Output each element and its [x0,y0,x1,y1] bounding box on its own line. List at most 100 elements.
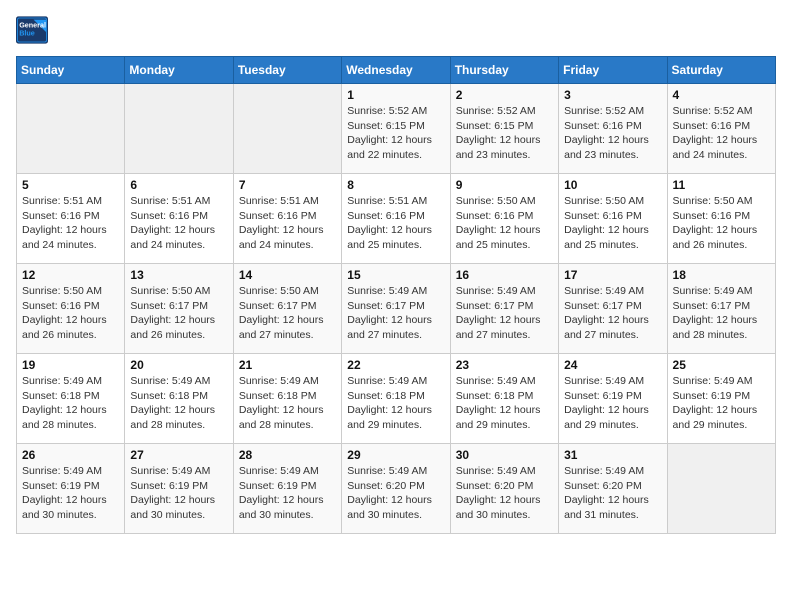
day-info: Sunrise: 5:52 AMSunset: 6:16 PMDaylight:… [564,104,661,163]
day-number: 2 [456,88,553,102]
day-info: Sunrise: 5:49 AMSunset: 6:19 PMDaylight:… [239,464,336,523]
day-info: Sunrise: 5:49 AMSunset: 6:18 PMDaylight:… [347,374,444,433]
day-number: 31 [564,448,661,462]
calendar-cell: 28 Sunrise: 5:49 AMSunset: 6:19 PMDayligh… [233,444,341,534]
calendar-cell [17,84,125,174]
calendar-cell: 24Sunrise: 5:49 AMSunset: 6:19 PMDayligh… [559,354,667,444]
calendar-cell: 26 Sunrise: 5:49 AMSunset: 6:19 PMDayligh… [17,444,125,534]
day-number: 28 [239,448,336,462]
day-number: 21 [239,358,336,372]
day-info: Sunrise: 5:50 AMSunset: 6:16 PMDaylight:… [22,284,119,343]
calendar-table: SundayMondayTuesdayWednesdayThursdayFrid… [16,56,776,534]
day-info: Sunrise: 5:51 AMSunset: 6:16 PMDaylight:… [347,194,444,253]
calendar-cell: 13 Sunrise: 5:50 AMSunset: 6:17 PMDayligh… [125,264,233,354]
day-info: Sunrise: 5:50 AMSunset: 6:16 PMDaylight:… [456,194,553,253]
calendar-cell [667,444,775,534]
day-number: 1 [347,88,444,102]
day-of-week-header: Monday [125,57,233,84]
calendar-week-row: 19 Sunrise: 5:49 AMSunset: 6:18 PMDayligh… [17,354,776,444]
day-info: Sunrise: 5:49 AMSunset: 6:17 PMDaylight:… [347,284,444,343]
day-info: Sunrise: 5:49 AMSunset: 6:18 PMDaylight:… [22,374,119,433]
day-number: 20 [130,358,227,372]
day-number: 12 [22,268,119,282]
calendar-cell: 11 Sunrise: 5:50 AMSunset: 6:16 PMDayligh… [667,174,775,264]
day-number: 7 [239,178,336,192]
calendar-cell: 29 Sunrise: 5:49 AMSunset: 6:20 PMDayligh… [342,444,450,534]
day-info: Sunrise: 5:49 AMSunset: 6:17 PMDaylight:… [673,284,770,343]
calendar-cell: 17 Sunrise: 5:49 AMSunset: 6:17 PMDayligh… [559,264,667,354]
day-number: 5 [22,178,119,192]
day-number: 16 [456,268,553,282]
calendar-cell: 3 Sunrise: 5:52 AMSunset: 6:16 PMDaylight… [559,84,667,174]
day-number: 17 [564,268,661,282]
calendar-week-row: 5 Sunrise: 5:51 AMSunset: 6:16 PMDaylight… [17,174,776,264]
calendar-cell: 8 Sunrise: 5:51 AMSunset: 6:16 PMDaylight… [342,174,450,264]
day-of-week-header: Sunday [17,57,125,84]
day-of-week-header: Wednesday [342,57,450,84]
day-info: Sunrise: 5:49 AMSunset: 6:19 PMDaylight:… [22,464,119,523]
day-number: 8 [347,178,444,192]
day-info: Sunrise: 5:50 AMSunset: 6:16 PMDaylight:… [564,194,661,253]
day-number: 13 [130,268,227,282]
day-info: Sunrise: 5:52 AMSunset: 6:16 PMDaylight:… [673,104,770,163]
day-info: Sunrise: 5:49 AMSunset: 6:19 PMDaylight:… [130,464,227,523]
day-info: Sunrise: 5:49 AMSunset: 6:20 PMDaylight:… [456,464,553,523]
day-number: 27 [130,448,227,462]
day-number: 11 [673,178,770,192]
day-info: Sunrise: 5:50 AMSunset: 6:17 PMDaylight:… [130,284,227,343]
day-number: 29 [347,448,444,462]
day-info: Sunrise: 5:49 AMSunset: 6:20 PMDaylight:… [347,464,444,523]
calendar-week-row: 1 Sunrise: 5:52 AMSunset: 6:15 PMDaylight… [17,84,776,174]
day-number: 24 [564,358,661,372]
day-info: Sunrise: 5:50 AMSunset: 6:17 PMDaylight:… [239,284,336,343]
calendar-cell: 22Sunrise: 5:49 AMSunset: 6:18 PMDayligh… [342,354,450,444]
calendar-cell: 23 Sunrise: 5:49 AMSunset: 6:18 PMDayligh… [450,354,558,444]
calendar-cell: 1 Sunrise: 5:52 AMSunset: 6:15 PMDaylight… [342,84,450,174]
calendar-cell: 31 Sunrise: 5:49 AMSunset: 6:20 PMDayligh… [559,444,667,534]
day-info: Sunrise: 5:51 AMSunset: 6:16 PMDaylight:… [239,194,336,253]
day-number: 26 [22,448,119,462]
calendar-cell: 30 Sunrise: 5:49 AMSunset: 6:20 PMDayligh… [450,444,558,534]
calendar-cell: 6 Sunrise: 5:51 AMSunset: 6:16 PMDaylight… [125,174,233,264]
day-number: 23 [456,358,553,372]
day-of-week-header: Saturday [667,57,775,84]
day-number: 18 [673,268,770,282]
calendar-cell: 14 Sunrise: 5:50 AMSunset: 6:17 PMDayligh… [233,264,341,354]
day-info: Sunrise: 5:51 AMSunset: 6:16 PMDaylight:… [22,194,119,253]
day-number: 3 [564,88,661,102]
calendar-cell: 10 Sunrise: 5:50 AMSunset: 6:16 PMDayligh… [559,174,667,264]
day-info: Sunrise: 5:49 AMSunset: 6:20 PMDaylight:… [564,464,661,523]
logo: General Blue [16,16,48,44]
day-number: 10 [564,178,661,192]
calendar-cell: 21 Sunrise: 5:49 AMSunset: 6:18 PMDayligh… [233,354,341,444]
calendar-week-row: 26 Sunrise: 5:49 AMSunset: 6:19 PMDayligh… [17,444,776,534]
calendar-cell: 9Sunrise: 5:50 AMSunset: 6:16 PMDaylight… [450,174,558,264]
day-number: 6 [130,178,227,192]
calendar-cell [233,84,341,174]
day-info: Sunrise: 5:49 AMSunset: 6:17 PMDaylight:… [456,284,553,343]
day-info: Sunrise: 5:49 AMSunset: 6:18 PMDaylight:… [456,374,553,433]
day-info: Sunrise: 5:49 AMSunset: 6:18 PMDaylight:… [239,374,336,433]
calendar-cell: 5 Sunrise: 5:51 AMSunset: 6:16 PMDaylight… [17,174,125,264]
day-info: Sunrise: 5:49 AMSunset: 6:19 PMDaylight:… [673,374,770,433]
day-info: Sunrise: 5:51 AMSunset: 6:16 PMDaylight:… [130,194,227,253]
calendar-cell: 16 Sunrise: 5:49 AMSunset: 6:17 PMDayligh… [450,264,558,354]
svg-text:Blue: Blue [19,29,35,38]
day-number: 15 [347,268,444,282]
day-info: Sunrise: 5:49 AMSunset: 6:17 PMDaylight:… [564,284,661,343]
day-info: Sunrise: 5:50 AMSunset: 6:16 PMDaylight:… [673,194,770,253]
calendar-cell: 12 Sunrise: 5:50 AMSunset: 6:16 PMDayligh… [17,264,125,354]
calendar-cell [125,84,233,174]
day-number: 14 [239,268,336,282]
day-number: 30 [456,448,553,462]
day-info: Sunrise: 5:52 AMSunset: 6:15 PMDaylight:… [347,104,444,163]
page-header: General Blue [16,16,776,44]
calendar-cell: 27 Sunrise: 5:49 AMSunset: 6:19 PMDayligh… [125,444,233,534]
calendar-cell: 2Sunrise: 5:52 AMSunset: 6:15 PMDaylight… [450,84,558,174]
calendar-header-row: SundayMondayTuesdayWednesdayThursdayFrid… [17,57,776,84]
calendar-cell: 7 Sunrise: 5:51 AMSunset: 6:16 PMDaylight… [233,174,341,264]
logo-icon: General Blue [16,16,48,44]
calendar-cell: 4Sunrise: 5:52 AMSunset: 6:16 PMDaylight… [667,84,775,174]
day-number: 19 [22,358,119,372]
calendar-cell: 18 Sunrise: 5:49 AMSunset: 6:17 PMDayligh… [667,264,775,354]
